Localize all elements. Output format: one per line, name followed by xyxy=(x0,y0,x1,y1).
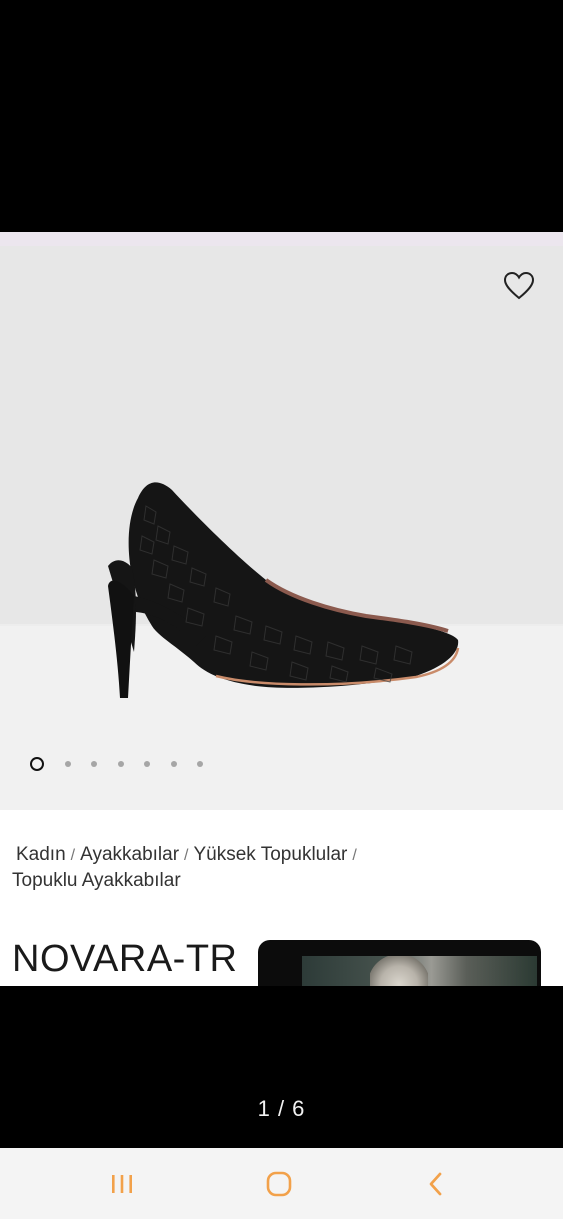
image-counter: 1 / 6 xyxy=(257,1096,306,1121)
home-icon xyxy=(266,1171,292,1197)
breadcrumb-item-yuksek-topuklular[interactable]: Yüksek Topuklular xyxy=(194,844,348,865)
viewer-bottom-backdrop xyxy=(0,986,563,1148)
breadcrumb-item-ayakkabilar[interactable]: Ayakkabılar xyxy=(80,844,179,865)
home-button[interactable] xyxy=(259,1168,299,1200)
breadcrumb-item-kadin[interactable]: Kadın xyxy=(16,844,66,865)
system-navigation-bar xyxy=(0,1148,563,1219)
pagination-dot-active[interactable] xyxy=(30,757,44,771)
pagination-dot[interactable] xyxy=(170,761,177,767)
heart-outline-icon xyxy=(503,271,535,300)
pagination-dot[interactable] xyxy=(91,761,97,767)
breadcrumb-item-topuklu-ayakkabilar[interactable]: Topuklu Ayakkabılar xyxy=(12,870,181,891)
favorite-button[interactable] xyxy=(502,270,536,302)
recent-apps-icon xyxy=(112,1175,132,1193)
breadcrumb-separator: / xyxy=(70,847,76,864)
video-person-image xyxy=(370,956,428,986)
product-info-section: Kadın / Ayakkabılar / Yüksek Topuklular / Top… xyxy=(0,810,563,986)
product-image-carousel[interactable] xyxy=(0,246,563,810)
pagination-dot[interactable] xyxy=(117,761,124,767)
pagination-dot[interactable] xyxy=(64,761,71,767)
video-thumbnail[interactable] xyxy=(258,940,541,986)
product-image-shoe xyxy=(108,482,460,698)
recent-apps-button[interactable] xyxy=(102,1168,142,1200)
viewer-top-backdrop xyxy=(0,0,563,232)
back-icon xyxy=(429,1172,442,1196)
image-pagination-dots xyxy=(30,754,203,774)
back-button[interactable] xyxy=(416,1168,456,1200)
page-top-strip xyxy=(0,232,563,246)
product-title: NOVARA-TR xyxy=(12,938,238,980)
breadcrumb-separator: / xyxy=(352,847,357,864)
pagination-dot[interactable] xyxy=(197,761,203,767)
breadcrumb-separator: / xyxy=(184,847,189,864)
breadcrumb: Kadın / Ayakkabılar / Yüksek Topuklular / Top… xyxy=(12,842,432,893)
pagination-dot[interactable] xyxy=(144,761,150,767)
